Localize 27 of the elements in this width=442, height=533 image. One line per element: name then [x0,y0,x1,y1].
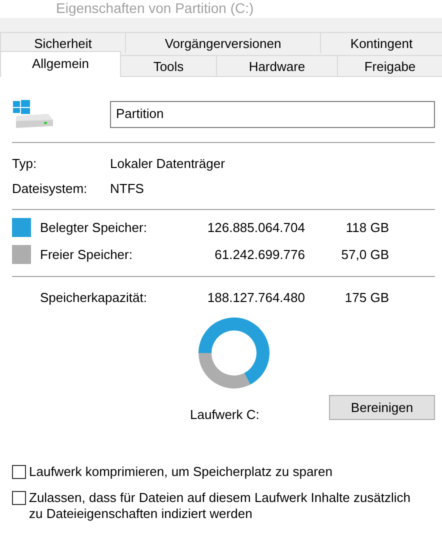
info-value: Lokaler Datenträger [110,156,226,171]
byte-count: 126.885.064.704 [206,220,305,235]
name-field[interactable]: Partition [110,100,435,128]
drive-label: Laufwerk C: [190,407,260,422]
info-label: Dateisystem: [12,181,88,196]
checkbox[interactable] [12,465,26,479]
cleanup-button[interactable]: Bereinigen [329,395,435,420]
window-title: Eigenschaften von Partition (C:) [55,0,255,18]
tab[interactable]: Allgemein [0,51,121,77]
checkbox[interactable] [12,491,26,505]
info-label: Typ: [12,156,38,171]
size-value: 57,0 GB [340,247,389,262]
option-label: Zulassen, dass für Dateien auf diesem Laufwerk Inhalte zusätzlich zu Dateieigenschaften indiziert werden [29,490,412,522]
storage-label: Belegter Speicher: [40,220,148,235]
byte-count: 188.127.764.480 [206,290,305,305]
byte-count: 61.242.699.776 [214,247,305,262]
tab[interactable]: Vorgängerversionen [125,32,321,53]
tab[interactable]: Freigabe [337,55,442,76]
tab[interactable]: Kontingent [320,32,442,53]
tab[interactable]: Sicherheit [0,32,126,53]
drive-icon [12,99,54,129]
option-label: Laufwerk komprimieren, um Speicherplatz zu sparen [29,464,332,480]
info-value: NTFS [110,181,145,196]
capacity-label: Speicherkapazität: [40,290,148,305]
size-value: 175 GB [344,290,389,305]
size-value: 118 GB [344,220,389,235]
storage-label: Freier Speicher: [40,247,134,262]
